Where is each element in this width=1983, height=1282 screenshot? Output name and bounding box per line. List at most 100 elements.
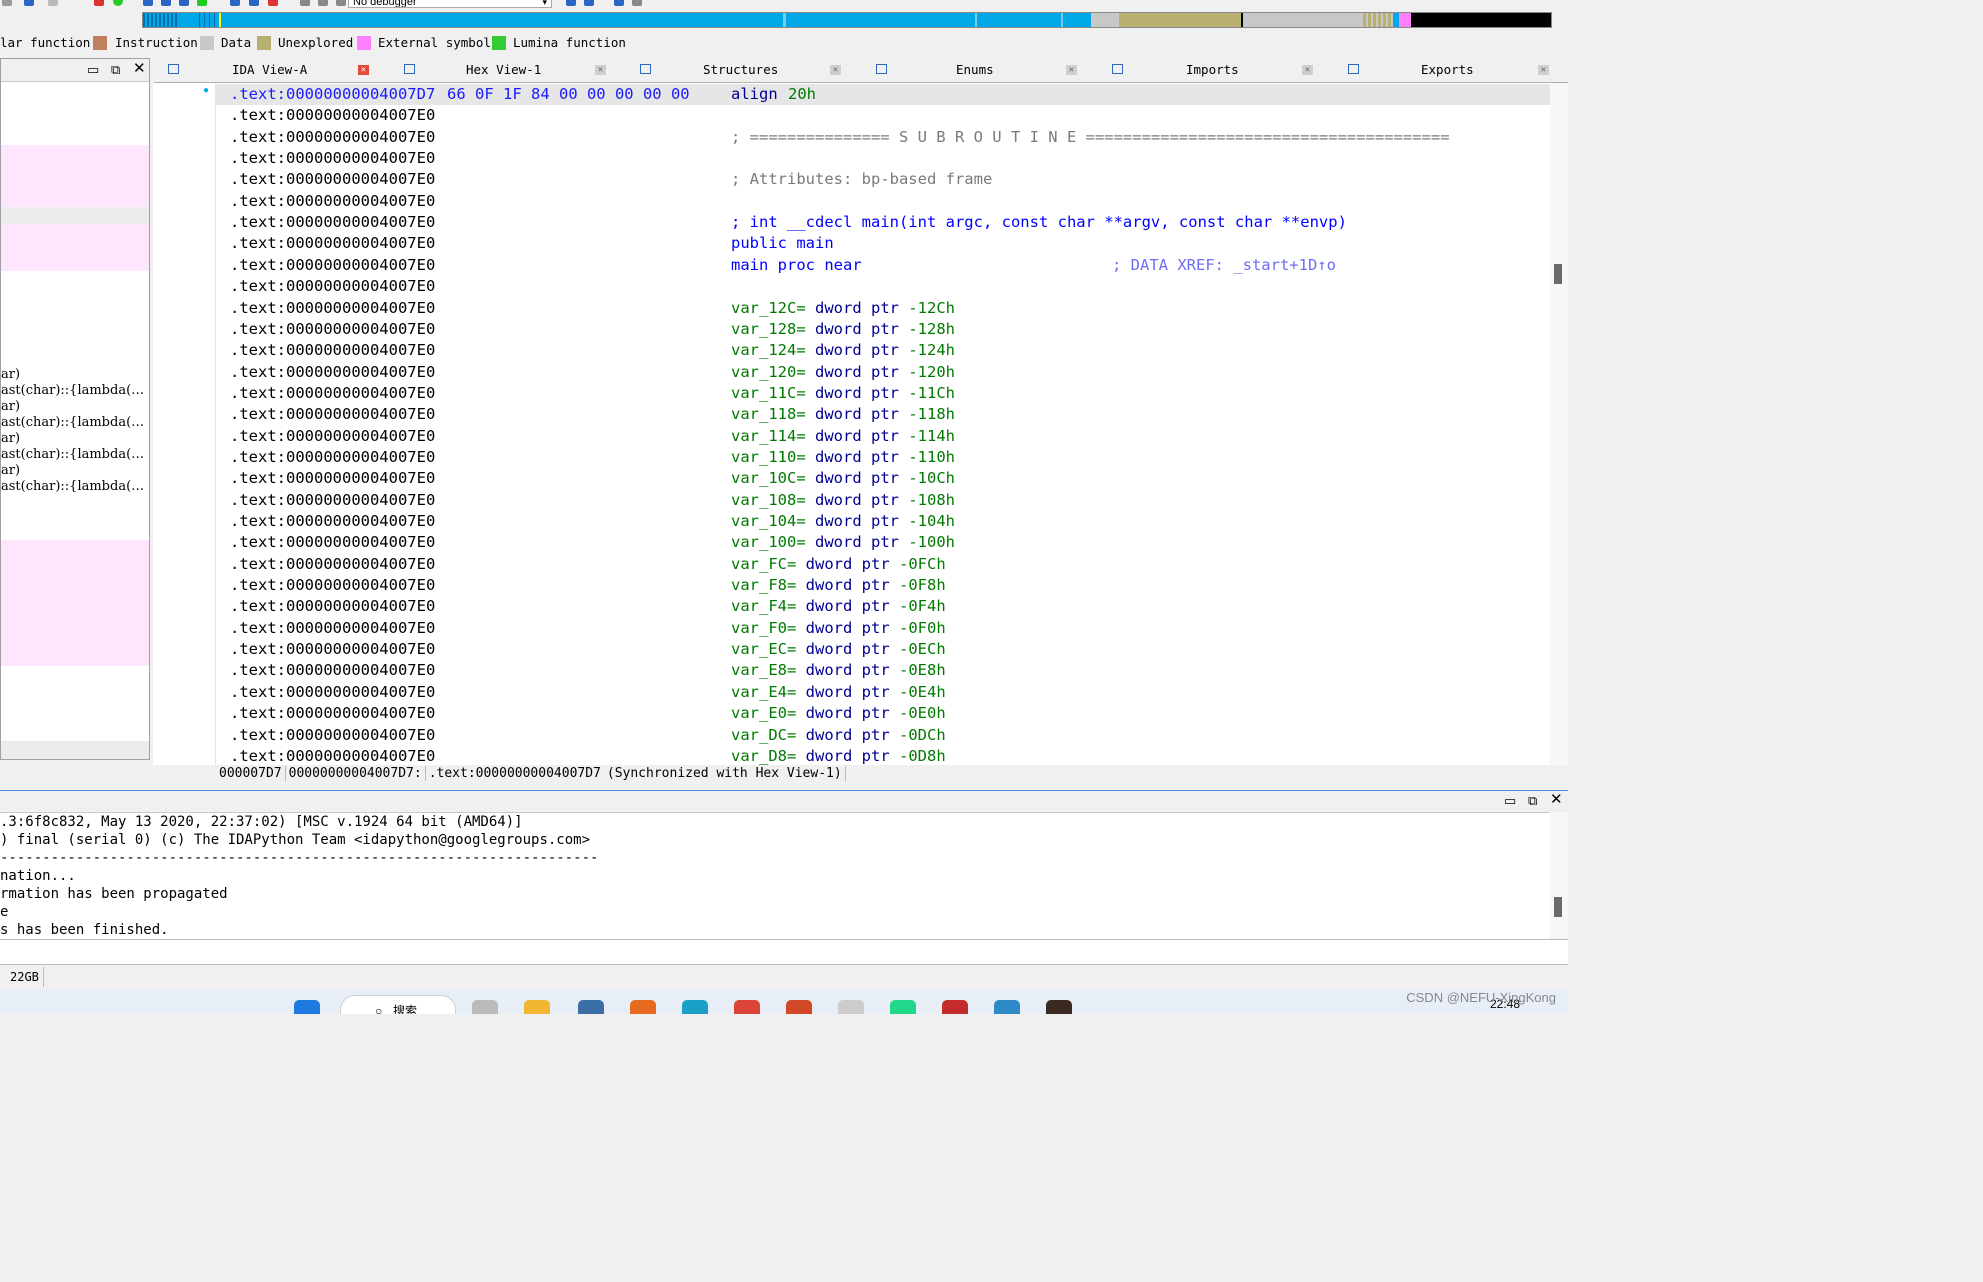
grid-icon[interactable] (143, 0, 153, 6)
play-icon[interactable] (300, 0, 310, 6)
listing-line[interactable]: .text:00000000004007E0 var_128= dword ptr… (216, 319, 1550, 340)
listing-line[interactable]: .text:00000000004007E0 ; int __cdecl main… (216, 212, 1550, 233)
listing-line[interactable]: .text:00000000004007E0 (216, 105, 1550, 126)
chrome-icon[interactable] (734, 1000, 760, 1014)
xref-comment[interactable]: ; DATA XREF: _start+1D↑o (1112, 255, 1336, 276)
function-list-item[interactable]: ar) (1, 399, 20, 414)
tab-enums[interactable]: Enums ✕ (862, 58, 1098, 82)
function-list-item[interactable]: ar) (1, 463, 20, 478)
listing-line[interactable]: .text:00000000004007E0 public main (216, 233, 1550, 254)
function-list-item[interactable]: ast(char)::{lambda(… (1, 479, 144, 494)
taskview-icon[interactable] (472, 1000, 498, 1014)
chart-icon[interactable] (94, 0, 104, 6)
app-red-icon[interactable] (942, 1000, 968, 1014)
tab-hex-view-1[interactable]: Hex View-1 ✕ (390, 58, 620, 82)
close-tab-icon[interactable]: ✕ (830, 65, 841, 75)
listing-line[interactable]: .text:00000000004007E0 (216, 191, 1550, 212)
text-icon[interactable] (48, 0, 58, 6)
listing-line[interactable]: .text:00000000004007E0 var_12C= dword ptr… (216, 298, 1550, 319)
app-photo-icon[interactable] (1046, 1000, 1072, 1014)
listing-line[interactable]: .text:00000000004007E0 var_F0= dword ptr … (216, 618, 1550, 639)
listing-line[interactable]: .text:00000000004007E0 var_EC= dword ptr … (216, 639, 1550, 660)
close-icon[interactable] (268, 0, 278, 6)
listing-line[interactable]: .text:00000000004007E0 var_FC= dword ptr … (216, 554, 1550, 575)
enum-icon[interactable] (179, 0, 189, 6)
tab-exports[interactable]: Exports ✕ (1334, 58, 1568, 82)
app-icon[interactable] (838, 1000, 864, 1014)
listing-line[interactable]: .text:00000000004007E0 var_10C= dword ptr… (216, 468, 1550, 489)
pycharm-icon[interactable] (890, 1000, 916, 1014)
listing-line[interactable]: .text:00000000004007E0 var_124= dword ptr… (216, 340, 1550, 361)
listing-scroll-thumb[interactable] (1554, 264, 1562, 284)
file-explorer-icon[interactable] (524, 1000, 550, 1014)
pause-icon[interactable] (318, 0, 328, 6)
listing-line[interactable]: .text:00000000004007E0 (216, 276, 1550, 297)
run-green-icon[interactable] (113, 0, 123, 6)
save-icon[interactable] (249, 0, 259, 6)
back-icon[interactable] (2, 0, 12, 6)
breakpoint-icon[interactable] (614, 0, 624, 6)
down-arrow-icon[interactable] (24, 0, 34, 6)
ida-icon[interactable] (578, 1000, 604, 1014)
functions-panel[interactable]: ▭ ⧉ ✕ ar) ast(char)::{lambda(… ar) ast(c… (0, 58, 150, 760)
listing-line[interactable]: .text:00000000004007E0 ; Attributes: bp-b… (216, 169, 1550, 190)
listing-line[interactable]: .text:00000000004007E0 var_108= dword ptr… (216, 490, 1550, 511)
close-tab-icon[interactable]: ✕ (1538, 65, 1549, 75)
function-list-item[interactable]: ast(char)::{lambda(… (1, 415, 144, 430)
listing-line[interactable]: .text:00000000004007E0 var_100= dword ptr… (216, 532, 1550, 553)
maximize-icon[interactable]: ▭ (1504, 794, 1516, 808)
close-tab-icon[interactable]: ✕ (1066, 65, 1077, 75)
function-list-item[interactable]: ar) (1, 431, 20, 446)
listing-line[interactable]: .text:00000000004007E0 var_11C= dword ptr… (216, 383, 1550, 404)
close-tab-icon[interactable]: ✕ (358, 65, 369, 75)
restore-icon[interactable]: ⧉ (111, 63, 120, 77)
close-icon[interactable]: ✕ (133, 61, 146, 76)
listing-line[interactable]: .text:00000000004007E0 var_E8= dword ptr … (216, 660, 1550, 681)
listing-line[interactable]: .text:00000000004007E0 var_E0= dword ptr … (216, 703, 1550, 724)
struct-icon[interactable] (161, 0, 171, 6)
graph-icon[interactable] (197, 0, 207, 6)
listing-line[interactable]: .text:00000000004007E0 ; =============== … (216, 127, 1550, 148)
tool-icon[interactable] (632, 0, 642, 6)
listing-line[interactable]: .text:00000000004007E0 var_F8= dword ptr … (216, 575, 1550, 596)
edge-icon[interactable] (682, 1000, 708, 1014)
listing-scrollbar[interactable] (1550, 83, 1568, 765)
powerpoint-icon[interactable] (786, 1000, 812, 1014)
tab-imports[interactable]: Imports ✕ (1098, 58, 1334, 82)
listing-line-current[interactable]: .text:00000000004007D7 66 0F 1F 84 00 00… (216, 84, 1550, 106)
taskbar-search[interactable]: ○ 搜索 (340, 995, 456, 1014)
listing-line[interactable]: .text:00000000004007E0 var_118= dword ptr… (216, 404, 1550, 425)
maximize-icon[interactable]: ▭ (87, 63, 99, 77)
start-icon[interactable] (294, 1000, 320, 1014)
listing-line[interactable]: .text:00000000004007E0 (216, 148, 1550, 169)
function-list-item[interactable]: ast(char)::{lambda(… (1, 383, 144, 398)
command-input[interactable] (0, 939, 1568, 965)
close-tab-icon[interactable]: ✕ (1302, 65, 1313, 75)
tab-ida-view-a[interactable]: IDA View-A ✕ (154, 58, 384, 82)
firefox-icon[interactable] (630, 1000, 656, 1014)
function-list-item[interactable]: ar) (1, 367, 20, 382)
navigation-band[interactable] (142, 12, 1552, 28)
listing-line[interactable]: .text:00000000004007E0 var_D8= dword ptr … (216, 746, 1550, 767)
function-list-scrollbar[interactable] (1, 741, 149, 759)
listing-line[interactable]: .text:00000000004007E0 var_104= dword ptr… (216, 511, 1550, 532)
close-icon[interactable]: ✕ (1550, 792, 1563, 807)
app-blue-icon[interactable] (994, 1000, 1020, 1014)
output-scrollbar[interactable] (1550, 812, 1568, 938)
tab-structures[interactable]: Structures ✕ (626, 58, 862, 82)
listing-line[interactable]: .text:00000000004007E0 var_E4= dword ptr … (216, 682, 1550, 703)
debugger-select[interactable]: No debugger ▾ (348, 0, 552, 8)
listing-line[interactable]: .text:00000000004007E0 var_120= dword ptr… (216, 362, 1550, 383)
output-window[interactable]: .3:6f8c832, May 13 2020, 22:37:02) [MSC … (0, 812, 1550, 939)
debug-icon[interactable] (230, 0, 240, 6)
step-over-icon[interactable] (584, 0, 594, 6)
function-list-item[interactable]: ast(char)::{lambda(… (1, 447, 144, 462)
listing-line[interactable]: .text:00000000004007E0 var_DC= dword ptr … (216, 725, 1550, 746)
listing-line[interactable]: .text:00000000004007E0 main proc near ; DA… (216, 255, 1550, 276)
listing-line[interactable]: .text:00000000004007E0 var_110= dword ptr… (216, 447, 1550, 468)
output-scroll-thumb[interactable] (1554, 897, 1562, 917)
close-tab-icon[interactable]: ✕ (595, 65, 606, 75)
step-icon[interactable] (566, 0, 576, 6)
listing-line[interactable]: .text:00000000004007E0 var_114= dword ptr… (216, 426, 1550, 447)
restore-icon[interactable]: ⧉ (1528, 794, 1537, 808)
